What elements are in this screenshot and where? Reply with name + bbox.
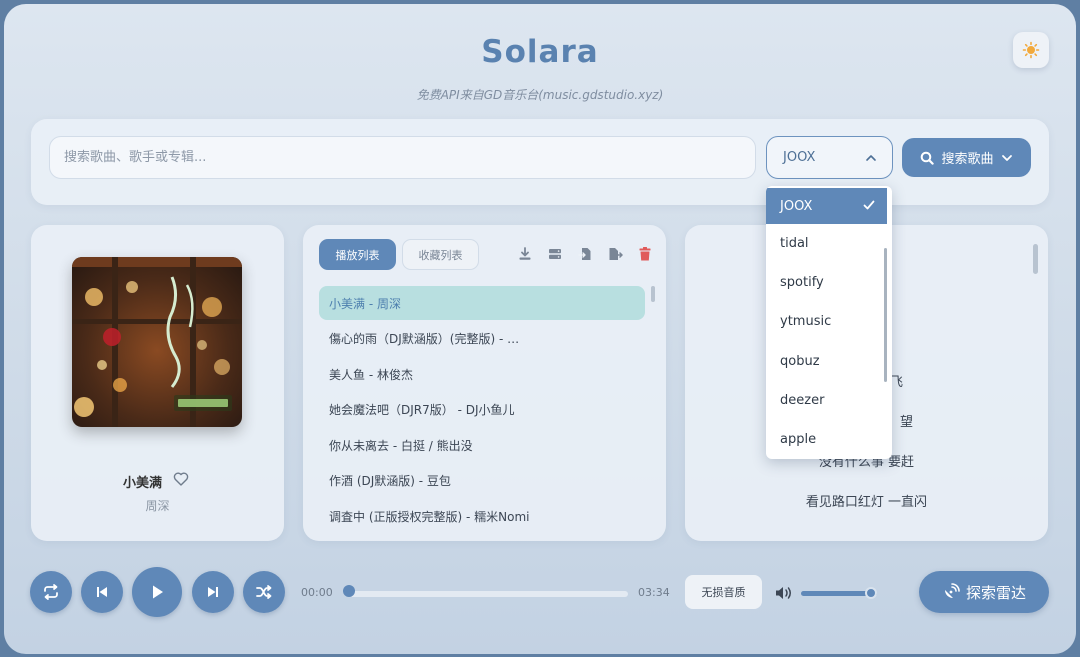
source-option[interactable]: qobuz xyxy=(766,342,892,381)
source-option[interactable]: deezer xyxy=(766,381,892,420)
import-file-icon[interactable] xyxy=(578,247,592,261)
progress-bar[interactable] xyxy=(349,591,628,597)
playlist-item[interactable]: 傷心的雨（DJ默涵版）(完整版) - … xyxy=(319,322,645,356)
tab-favorites[interactable]: 收藏列表 xyxy=(402,239,479,270)
satellite-dish-icon xyxy=(944,583,960,598)
quality-button[interactable]: 无损音质 xyxy=(685,575,762,609)
playlist-scrollbar[interactable] xyxy=(651,286,655,302)
source-dropdown-menu: JOOX tidal spotify ytmusic qobuz deezer … xyxy=(766,186,892,459)
now-playing-card: 小美满 周深 xyxy=(31,225,284,541)
playlist-item[interactable]: 调査中 (正版授权完整版) - 糯米Nomi xyxy=(319,500,645,534)
duration: 03:34 xyxy=(638,586,670,599)
database-icon[interactable] xyxy=(548,247,562,261)
volume-icon[interactable] xyxy=(775,586,793,600)
playlist-item[interactable]: 作酒 (DJ默涵版) - 豆包 xyxy=(319,464,645,498)
app-subtitle: 免费API来自GD音乐台(music.gdstudio.xyz) xyxy=(416,88,664,102)
chevron-up-icon xyxy=(866,155,876,161)
play-icon xyxy=(153,585,163,599)
source-option[interactable]: tidal xyxy=(766,224,892,263)
repeat-button[interactable] xyxy=(30,571,72,613)
skip-back-icon xyxy=(97,587,107,597)
playlist-item[interactable]: 美人鱼 - 林俊杰 xyxy=(319,357,645,391)
chevron-down-icon xyxy=(1001,154,1012,161)
source-option[interactable]: ytmusic xyxy=(766,302,892,341)
play-button[interactable] xyxy=(132,567,182,617)
search-icon xyxy=(921,151,935,165)
sun-icon xyxy=(1022,41,1040,59)
export-file-icon[interactable] xyxy=(608,247,623,261)
lyric-line: 看见路口红灯 一直闪 xyxy=(805,495,928,510)
search-button[interactable]: 搜索歌曲 xyxy=(902,138,1031,177)
next-button[interactable] xyxy=(192,571,234,613)
album-cover[interactable] xyxy=(72,257,242,427)
source-option[interactable]: apple xyxy=(766,420,892,459)
progress-handle[interactable] xyxy=(343,585,355,597)
source-option-label: JOOX xyxy=(780,198,813,214)
source-select[interactable]: JOOX xyxy=(766,136,893,179)
playlist-item[interactable]: 你从未离去 - 白挺 / 熊出没 xyxy=(319,428,645,462)
playlist-item[interactable]: 小美满 - 周深 xyxy=(319,286,645,320)
shuffle-button[interactable] xyxy=(243,571,285,613)
lyrics-scrollbar[interactable] xyxy=(1033,244,1038,274)
search-input[interactable] xyxy=(49,136,756,179)
app-window: Solara 免费API来自GD音乐台(music.gdstudio.xyz) … xyxy=(4,4,1076,654)
playlist-list: 小美满 - 周深 傷心的雨（DJ默涵版）(完整版) - … 美人鱼 - 林俊杰 … xyxy=(319,286,645,535)
heart-icon[interactable] xyxy=(173,471,189,487)
album-cover-art xyxy=(72,257,242,427)
search-button-label: 搜索歌曲 xyxy=(941,152,994,167)
source-option[interactable]: JOOX xyxy=(766,188,887,224)
playlist-item[interactable]: 她会魔法吧（DJR7版） - DJ小鱼儿 xyxy=(319,393,645,427)
search-panel: JOOX 搜索歌曲 xyxy=(31,119,1049,205)
playlist-card: 播放列表 收藏列表 小美满 - 周深 傷心的雨（DJ默涵版）(完整版) - … xyxy=(303,225,666,541)
now-playing-title: 小美满 xyxy=(123,476,163,491)
tab-playlist[interactable]: 播放列表 xyxy=(319,239,396,270)
source-option[interactable]: spotify xyxy=(766,263,892,302)
shuffle-icon xyxy=(256,585,272,599)
download-icon[interactable] xyxy=(518,247,532,261)
check-icon xyxy=(863,200,875,210)
repeat-icon xyxy=(44,584,58,600)
volume-handle[interactable] xyxy=(864,587,877,599)
explore-radar-label: 探索雷达 xyxy=(965,583,1026,602)
skip-forward-icon xyxy=(208,587,218,597)
app-title: Solara xyxy=(481,34,599,70)
source-select-value: JOOX xyxy=(783,150,816,165)
theme-toggle-button[interactable] xyxy=(1013,32,1049,68)
now-playing-artist: 周深 xyxy=(145,499,170,513)
explore-radar-button[interactable]: 探索雷达 xyxy=(919,571,1049,613)
previous-button[interactable] xyxy=(81,571,123,613)
current-time: 00:00 xyxy=(301,586,333,599)
dropdown-scrollbar[interactable] xyxy=(884,248,887,382)
delete-icon[interactable] xyxy=(639,247,651,261)
